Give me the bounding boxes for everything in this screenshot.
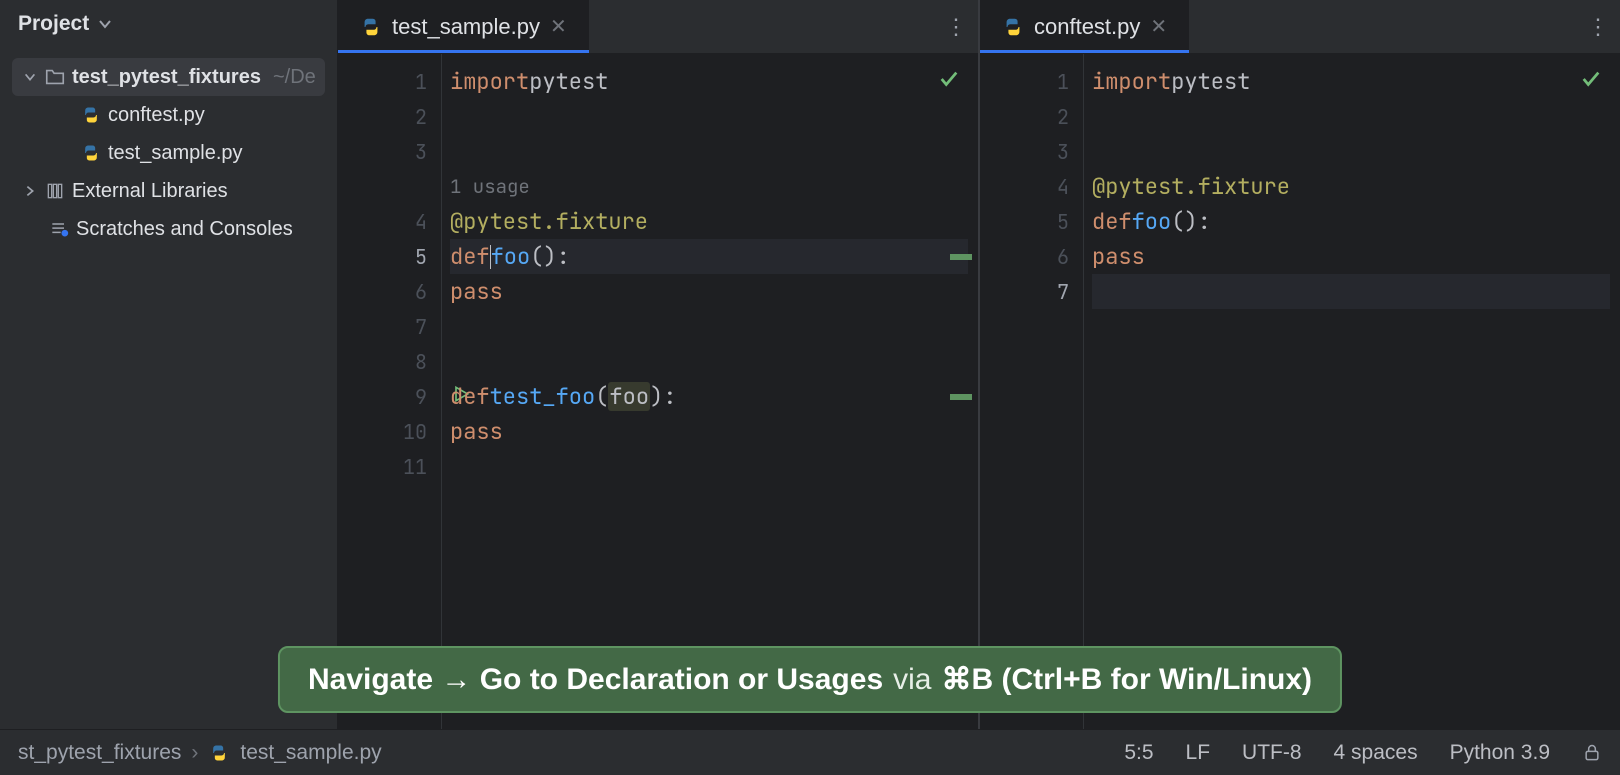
project-tree[interactable]: test_pytest_fixtures ~/De conftest.py te… [0,48,337,248]
caret-position[interactable]: 5:5 [1124,741,1153,765]
line-number: 1 [980,64,1083,99]
tip-banner: Navigate → Go to Declaration or Usages v… [278,646,1342,713]
usage-hint[interactable]: 1 usage [450,174,530,199]
library-icon [44,180,66,202]
line-number: 6 [980,239,1083,274]
banner-action: Navigate → Go to Declaration or Usages [308,663,883,697]
breadcrumb-separator-icon: › [191,741,198,765]
breadcrumb-item[interactable]: st_pytest_fixtures [18,741,181,765]
tab-label: test_sample.py [392,14,540,40]
line-number: 2 [338,99,441,134]
line-number: 6 [338,274,441,309]
tree-external-libraries[interactable]: External Libraries [0,172,337,210]
banner-mid: via [893,663,931,697]
tab-menu-button[interactable]: ⋮ [1578,0,1620,53]
readonly-lock-icon[interactable] [1582,743,1602,763]
project-root-path: ~/De [273,66,316,89]
interpreter[interactable]: Python 3.9 [1450,741,1550,765]
breadcrumb-item[interactable]: test_sample.py [240,741,381,765]
editor-marks-strip[interactable] [950,254,972,260]
line-number [338,169,441,204]
line-number: 7 [980,274,1083,309]
folder-icon [44,66,66,88]
project-title: Project [18,12,89,36]
tree-project-root[interactable]: test_pytest_fixtures ~/De [12,58,325,96]
file-encoding[interactable]: UTF-8 [1242,741,1302,765]
chevron-down-icon [22,70,38,84]
breadcrumbs[interactable]: st_pytest_fixtures › test_sample.py [18,741,382,765]
line-number: 9 [338,379,441,414]
python-file-icon [360,16,382,38]
line-number: 8 [338,344,441,379]
python-file-icon [80,104,102,126]
line-number: 3 [338,134,441,169]
python-file-icon [80,142,102,164]
tree-file-test-sample[interactable]: test_sample.py [0,134,337,172]
external-libraries-label: External Libraries [72,180,228,203]
project-root-name: test_pytest_fixtures [72,66,261,89]
python-file-icon [208,742,230,764]
scratches-icon [48,218,70,240]
line-number: 2 [980,99,1083,134]
statusbar: st_pytest_fixtures › test_sample.py 5:5 … [0,729,1620,775]
project-tool-header[interactable]: Project [0,0,337,48]
scratches-label: Scratches and Consoles [76,218,293,241]
tab-label: conftest.py [1034,14,1140,40]
tree-file-label: conftest.py [108,104,205,127]
indent-settings[interactable]: 4 spaces [1334,741,1418,765]
line-number: 10 [338,414,441,449]
line-number: 11 [338,449,441,484]
tabbar-right: conftest.py ✕ ⋮ [980,0,1620,54]
python-file-icon [1002,16,1024,38]
tree-file-conftest[interactable]: conftest.py [0,96,337,134]
tree-scratches[interactable]: Scratches and Consoles [0,210,337,248]
editor-marks-strip[interactable] [950,394,972,400]
line-separator[interactable]: LF [1186,741,1211,765]
inspection-ok-icon[interactable] [938,68,960,97]
tab-menu-button[interactable]: ⋮ [936,0,978,53]
close-tab-icon[interactable]: ✕ [1150,14,1167,39]
tab-test-sample[interactable]: test_sample.py ✕ [338,0,589,53]
line-number: 4 [980,169,1083,204]
inspection-ok-icon[interactable] [1580,68,1602,97]
line-number: 5 [980,204,1083,239]
chevron-right-icon [22,184,38,198]
line-number: 3 [980,134,1083,169]
line-number: 1 [338,64,441,99]
chevron-down-icon [97,16,113,32]
close-tab-icon[interactable]: ✕ [550,14,567,39]
tab-conftest[interactable]: conftest.py ✕ [980,0,1189,53]
banner-shortcut: ⌘B (Ctrl+B for Win/Linux) [941,662,1312,697]
line-number: 4 [338,204,441,239]
line-number: 5 [338,239,441,274]
line-number: 7 [338,309,441,344]
tree-file-label: test_sample.py [108,142,243,165]
tabbar-left: test_sample.py ✕ ⋮ [338,0,978,54]
